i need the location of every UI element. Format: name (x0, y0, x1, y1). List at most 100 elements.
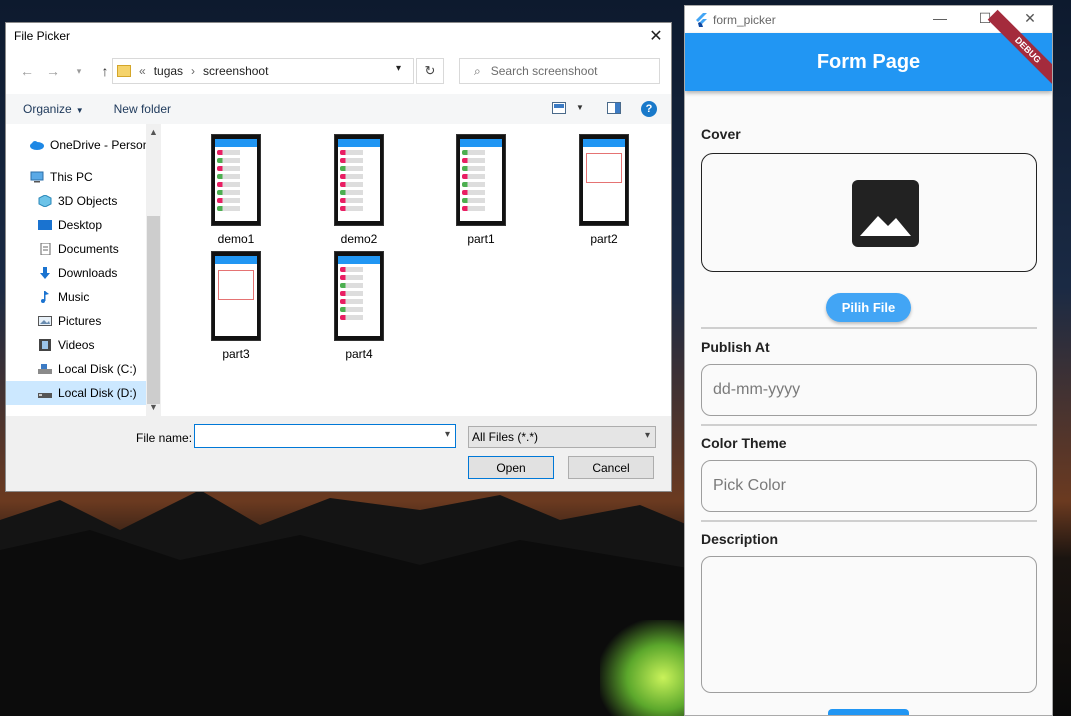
window-title: form_picker (713, 12, 776, 27)
close-icon[interactable]: ✕ (641, 23, 671, 49)
chevron-down-icon: ▾ (644, 430, 650, 441)
divider (701, 424, 1037, 426)
pictures-icon (38, 316, 52, 326)
recent-locations-chevron-icon[interactable]: ▾ (66, 66, 92, 77)
image-thumbnail (334, 134, 384, 226)
document-icon (40, 243, 51, 255)
organize-label: Organize (23, 102, 72, 116)
chevron-down-icon[interactable]: ▼ (576, 103, 584, 112)
nav-item-label: 3D Objects (58, 194, 118, 208)
nav-item-label: Videos (58, 338, 95, 352)
chevron-down-icon[interactable]: ▼ (146, 402, 161, 412)
breadcrumb-separator[interactable]: › (191, 64, 195, 78)
download-icon (40, 267, 50, 279)
search-box[interactable]: ⌕ (459, 58, 660, 84)
color-theme-field[interactable] (701, 460, 1037, 512)
cover-preview (701, 153, 1037, 272)
nav-item-local-disk-d[interactable]: Local Disk (D:) (6, 381, 146, 405)
refresh-icon[interactable]: ↻ (416, 58, 444, 84)
chevron-down-icon[interactable]: ▾ (445, 429, 450, 440)
publish-at-label: Publish At (701, 339, 770, 355)
submit-button[interactable] (828, 709, 909, 715)
nav-item-videos[interactable]: Videos (6, 333, 146, 357)
color-theme-input[interactable] (702, 461, 1002, 511)
file-picker-title: File Picker (14, 29, 71, 43)
file-item-demo2[interactable]: demo2 (309, 134, 409, 246)
file-item-part2[interactable]: part2 (554, 134, 654, 246)
nav-item-desktop[interactable]: Desktop (6, 213, 146, 237)
file-picker-dialog: File Picker ✕ ← → ▾ ↑ « tugas › screensh… (5, 22, 672, 492)
minimize-icon[interactable]: — (930, 10, 950, 26)
file-name: part1 (467, 232, 495, 246)
nav-item-this-pc[interactable]: This PC (6, 165, 146, 189)
nav-item-label: Downloads (58, 266, 118, 280)
view-options-icon[interactable] (552, 102, 566, 114)
file-type-value: All Files (*.*) (472, 430, 539, 444)
image-thumbnail (211, 251, 261, 341)
file-name: part4 (345, 347, 373, 361)
nav-item-label: This PC (50, 170, 93, 184)
nav-item-pictures[interactable]: Pictures (6, 309, 146, 333)
nav-item-documents[interactable]: Documents (6, 237, 146, 261)
close-icon[interactable]: ✕ (1020, 10, 1040, 27)
chevron-down-icon[interactable]: ▾ (396, 63, 401, 74)
file-name-input[interactable] (195, 425, 435, 445)
publish-date-field[interactable] (701, 364, 1037, 416)
address-bar[interactable]: « tugas › screenshoot ▾ (112, 58, 414, 84)
desktop-icon (38, 220, 52, 230)
navigation-scrollbar[interactable]: ▲ ▼ (146, 124, 161, 416)
onedrive-icon (30, 141, 44, 150)
file-item-demo1[interactable]: demo1 (186, 134, 286, 246)
file-name: demo1 (217, 232, 255, 246)
description-field[interactable] (701, 556, 1037, 693)
nav-item-local-disk-c[interactable]: Local Disk (C:) (6, 357, 146, 381)
scrollbar-thumb[interactable] (147, 216, 160, 404)
pick-file-button[interactable]: Pilih File (826, 293, 911, 322)
divider (701, 520, 1037, 522)
nav-item-label: Pictures (58, 314, 102, 328)
file-picker-footer: File name: ▾ All Files (*.*) ▾ Open Canc… (6, 416, 671, 491)
nav-item-downloads[interactable]: Downloads (6, 261, 146, 285)
breadcrumb-overflow[interactable]: « (139, 64, 146, 78)
file-name-combobox[interactable]: ▾ (194, 424, 456, 448)
back-arrow-icon[interactable]: ← (14, 63, 40, 79)
file-item-part3[interactable]: part3 (186, 251, 286, 361)
music-icon (41, 291, 49, 303)
search-input[interactable] (490, 64, 641, 78)
file-item-part4[interactable]: part4 (309, 251, 409, 361)
image-thumbnail (334, 251, 384, 341)
form-picker-window: form_picker — ☐ ✕ Form Page DEBUG Cover … (684, 5, 1053, 716)
command-bar: Organize ▼ New folder ▼ ? (6, 94, 671, 124)
nav-item-3d-objects[interactable]: 3D Objects (6, 189, 146, 213)
new-folder-button[interactable]: New folder (114, 102, 171, 116)
computer-icon (30, 171, 44, 183)
forward-arrow-icon[interactable]: → (40, 63, 66, 79)
breadcrumb-screenshoot[interactable]: screenshoot (203, 64, 268, 78)
image-icon (852, 180, 919, 247)
description-input[interactable] (702, 557, 1036, 692)
publish-date-input[interactable] (702, 365, 1002, 415)
nav-item-onedrive[interactable]: OneDrive - Person (6, 133, 146, 157)
breadcrumb-tugas[interactable]: tugas (154, 64, 183, 78)
color-theme-label: Color Theme (701, 435, 787, 451)
chevron-down-icon: ▼ (75, 106, 84, 115)
file-list: demo1 demo2 part1 part2 part3 part4 (161, 124, 671, 416)
preview-pane-icon[interactable] (607, 102, 621, 114)
app-bar: Form Page DEBUG (685, 9, 1052, 91)
organize-menu[interactable]: Organize ▼ (23, 102, 84, 116)
file-name: part2 (590, 232, 618, 246)
page-title: Form Page (816, 50, 921, 73)
open-button[interactable]: Open (468, 456, 554, 479)
file-type-select[interactable]: All Files (*.*) ▾ (468, 426, 656, 448)
cancel-button[interactable]: Cancel (568, 456, 654, 479)
description-label: Description (701, 531, 779, 547)
search-icon: ⌕ (474, 63, 481, 78)
nav-item-label: OneDrive - Person (50, 138, 146, 152)
image-thumbnail (211, 134, 261, 226)
nav-item-music[interactable]: Music (6, 285, 146, 309)
help-icon[interactable]: ? (641, 101, 657, 117)
chevron-up-icon[interactable]: ▲ (146, 127, 161, 137)
cover-label: Cover (701, 126, 741, 142)
drive-icon (38, 364, 52, 374)
file-item-part1[interactable]: part1 (431, 134, 531, 246)
